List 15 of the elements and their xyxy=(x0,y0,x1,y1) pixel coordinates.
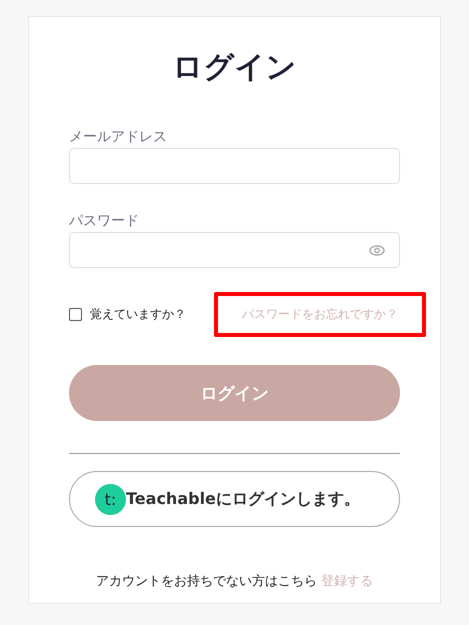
forgot-password-link[interactable]: パスワードをお忘れですか？ xyxy=(242,306,398,323)
login-button[interactable]: ログイン xyxy=(69,365,400,421)
signup-prompt: アカウントをお持ちでない方はこちら xyxy=(96,573,317,590)
remember-label: 覚えていますか？ xyxy=(90,306,186,323)
teachable-login-button[interactable]: t: Teachableにログインします。 xyxy=(69,471,400,527)
password-field[interactable] xyxy=(69,232,400,268)
email-label: メールアドレス xyxy=(69,128,167,146)
logo-icon: t: xyxy=(95,484,126,514)
remember-checkbox[interactable] xyxy=(69,308,82,321)
eye-icon[interactable] xyxy=(369,244,385,256)
signup-link[interactable]: 登録する xyxy=(321,572,373,590)
email-field[interactable] xyxy=(69,148,400,184)
password-label: パスワード xyxy=(69,212,139,230)
teachable-login-label: Teachableにログインします。 xyxy=(126,488,360,510)
page-title: ログイン xyxy=(172,49,296,87)
